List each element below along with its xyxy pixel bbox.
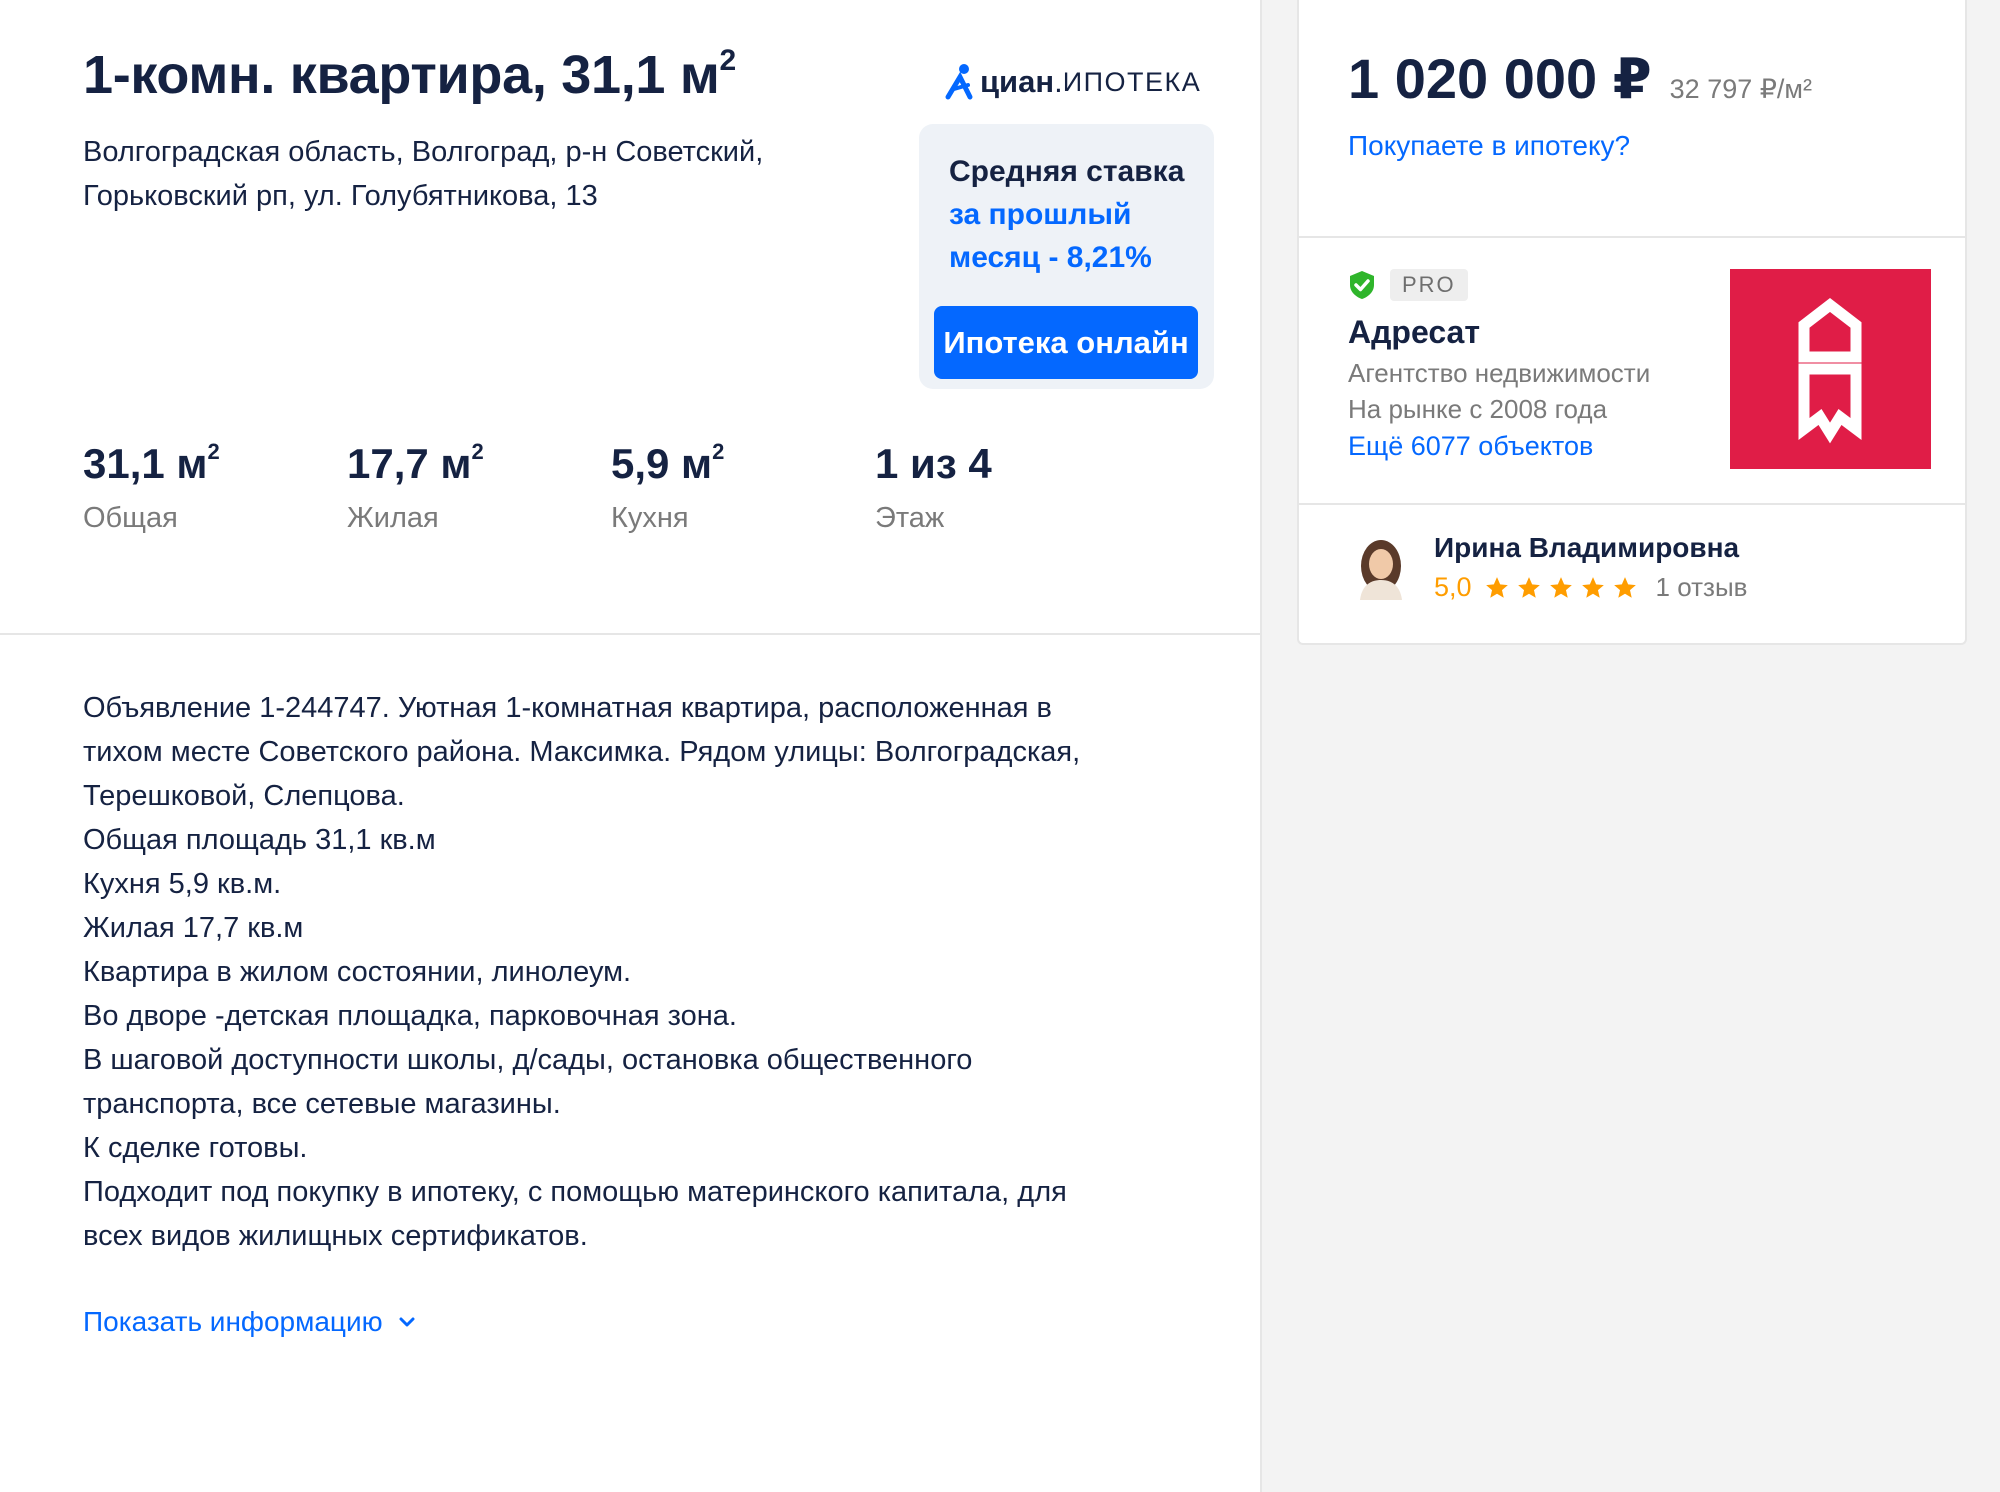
fact-label: Кухня <box>611 502 689 534</box>
agency-logo-icon <box>1798 298 1862 444</box>
cian-logo-icon <box>945 64 973 100</box>
fact-value: 5,9 м2 <box>611 439 725 487</box>
cian-ipoteka-logo: циан. ИПОТЕКА <box>944 62 1201 102</box>
listing-title: 1-комн. квартира, 31,1 м2 <box>83 44 736 106</box>
description-line: Во дворе -детская площадка, парковочная … <box>83 1000 737 1032</box>
reviews-link[interactable]: 1 отзыв <box>1656 572 1748 603</box>
description-line: В шаговой доступности школы, д/сады, ост… <box>83 1044 973 1076</box>
star-icon <box>1485 576 1508 598</box>
sidebar-divider <box>1299 503 1965 505</box>
rate-line-1: Средняя ставка <box>949 155 1185 188</box>
address-line-2[interactable]: Горьковский рп, ул. Голубятникова, 13 <box>83 174 863 218</box>
address-line-1[interactable]: Волгоградская область, Волгоград, р-н Со… <box>83 130 863 174</box>
description-line: Терешковой, Слепцова. <box>83 780 405 812</box>
description-line: тихом месте Советского района. Максимка.… <box>83 736 1081 768</box>
agency-type: Агентство недвижимости <box>1348 358 1651 388</box>
fact-label: Этаж <box>875 502 945 534</box>
price: 1 020 000 ₽ <box>1348 47 1652 110</box>
description-line: Жилая 17,7 кв.м <box>83 912 304 944</box>
description-line: К сделке готовы. <box>83 1132 308 1164</box>
description-line: всех видов жилищных сертификатов. <box>83 1220 588 1252</box>
fact-value: 17,7 м2 <box>347 439 484 487</box>
fact-kitchen-area: 5,9 м2 Кухня <box>611 439 725 535</box>
rating-value: 5,0 <box>1434 572 1472 602</box>
fact-total-area: 31,1 м2 Общая <box>83 439 220 535</box>
fact-label: Общая <box>83 502 178 534</box>
rating-stars <box>1484 575 1644 601</box>
agency-logo[interactable] <box>1730 269 1931 469</box>
logo-sub: ИПОТЕКА <box>1062 66 1202 97</box>
fact-living-area: 17,7 м2 Жилая <box>347 439 484 535</box>
rate-line-3: месяц - 8,21% <box>949 241 1152 274</box>
section-divider <box>0 633 1262 635</box>
show-info-label: Показать информацию <box>83 1306 383 1337</box>
star-icon <box>1613 576 1636 598</box>
description-line: Подходит под покупку в ипотеку, с помощь… <box>83 1176 1067 1208</box>
description-line: Кухня 5,9 кв.м. <box>83 868 282 900</box>
description-line: Объявление 1-244747. Уютная 1-комнатная … <box>83 692 1052 724</box>
listing-description: Объявление 1-244747. Уютная 1-комнатная … <box>83 686 1203 1258</box>
title-sup: 2 <box>719 44 737 77</box>
listing-address: Волгоградская область, Волгоград, р-н Со… <box>83 130 863 218</box>
star-icon <box>1581 576 1604 598</box>
logo-brand: циан <box>980 64 1055 99</box>
show-info-link[interactable]: Показать информацию <box>83 1306 415 1338</box>
mortgage-online-button[interactable]: Ипотека онлайн <box>934 306 1198 379</box>
title-text: 1-комн. квартира, 31,1 м <box>83 45 720 105</box>
chevron-down-icon <box>399 1317 415 1327</box>
price-row: 1 020 000 ₽ 32 797 ₽/м² <box>1348 46 1812 112</box>
logo-dot: . <box>1054 64 1063 99</box>
fact-floor: 1 из 4 Этаж <box>875 440 992 535</box>
mortgage-rate-card[interactable]: Средняя ставка за прошлый месяц - 8,21% … <box>919 124 1214 389</box>
fact-label: Жилая <box>347 502 439 534</box>
sidebar-card: 1 020 000 ₽ 32 797 ₽/м² Покупаете в ипот… <box>1297 0 1967 645</box>
price-per-m2: 32 797 ₽/м² <box>1669 74 1812 104</box>
agency-info: PRO Адресат Агентство недвижимости На ры… <box>1348 268 1650 465</box>
agency-since: На рынке с 2008 года <box>1348 394 1608 424</box>
agent-row[interactable]: Ирина Владимировна 5,0 1 отзыв <box>1352 532 1747 603</box>
sidebar-divider <box>1299 236 1965 238</box>
avatar[interactable] <box>1352 536 1410 600</box>
agency-more-link[interactable]: Ещё 6077 объектов <box>1348 427 1650 465</box>
listing-main-panel: 1-комн. квартира, 31,1 м2 Волгоградская … <box>0 0 1262 1492</box>
star-icon <box>1517 576 1540 598</box>
pro-badge: PRO <box>1390 269 1468 301</box>
description-line: Общая площадь 31,1 кв.м <box>83 824 436 856</box>
star-icon <box>1549 576 1572 598</box>
agency-name[interactable]: Адресат <box>1348 314 1650 351</box>
verified-shield-icon <box>1350 271 1374 299</box>
description-line: Квартира в жилом состоянии, линолеум. <box>83 956 632 988</box>
agent-info: Ирина Владимировна 5,0 1 отзыв <box>1434 532 1747 603</box>
rate-line-2: за прошлый <box>949 198 1132 231</box>
fact-value: 1 из 4 <box>875 440 992 487</box>
fact-value: 31,1 м2 <box>83 439 220 487</box>
mortgage-link[interactable]: Покупаете в ипотеку? <box>1348 130 1630 162</box>
agent-name[interactable]: Ирина Владимировна <box>1434 532 1747 564</box>
description-line: транспорта, все сетевые магазины. <box>83 1088 561 1120</box>
agency-badges: PRO <box>1348 268 1650 302</box>
rating-row: 5,0 1 отзыв <box>1434 572 1747 603</box>
